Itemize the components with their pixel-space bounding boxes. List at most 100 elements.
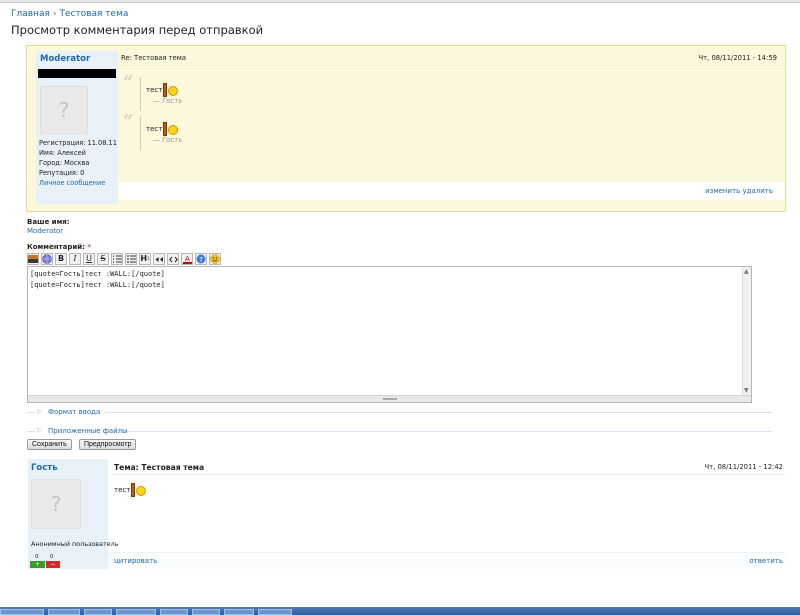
post-actions: изменить удалить	[705, 187, 773, 195]
taskbar-item[interactable]	[224, 609, 254, 615]
vote-up-button[interactable]: +	[30, 561, 45, 568]
comment-author-column: Гость ? Анонимный пользователь 0 0 + −	[28, 459, 118, 569]
underline-button[interactable]: U	[83, 253, 95, 265]
user-name: Имя: Алексей	[39, 149, 86, 157]
comment-text[interactable]: [quote=Гость]тест :WALL:[/quote] [quote=…	[30, 269, 738, 291]
window-top-border	[0, 0, 800, 3]
collapse-triangle-icon: ▷	[37, 408, 42, 415]
os-taskbar	[0, 607, 800, 615]
quote-body: тест	[146, 125, 163, 133]
name-value: Moderator	[27, 227, 64, 235]
help-icon[interactable]: ?	[195, 253, 207, 265]
required-mark: *	[87, 243, 92, 251]
taskbar-item[interactable]	[192, 609, 220, 615]
taskbar-item[interactable]	[160, 609, 188, 615]
post-footer: изменить удалить	[119, 182, 785, 200]
post-header-divider	[119, 65, 785, 66]
comment-date: Чт, 08/11/2011 - 12:42	[704, 463, 783, 471]
comment-textarea[interactable]: [quote=Гость]тест :WALL:[/quote] [quote=…	[27, 266, 752, 403]
user-reputation: Репутация: 0	[39, 169, 85, 177]
breadcrumb-topic-link[interactable]: Тестовая тема	[59, 9, 128, 19]
breadcrumb-separator: ›	[52, 9, 57, 19]
comment-body: тест	[114, 483, 147, 497]
editor-toolbar: B I U S H1 A ?	[27, 253, 223, 265]
vote-down-button[interactable]: −	[46, 561, 60, 568]
vote-widget: 0 0 + −	[30, 554, 60, 568]
quote-block: “ тест — Гость	[123, 74, 223, 114]
svg-text:?: ?	[199, 256, 203, 264]
text-color-icon[interactable]: A	[181, 253, 193, 265]
taskbar-item[interactable]	[116, 609, 156, 615]
comment-post: Гость ? Анонимный пользователь 0 0 + − Т…	[28, 459, 785, 569]
comment-footer: цитировать ответить	[108, 552, 785, 569]
delete-link[interactable]: удалить	[743, 187, 774, 195]
comment-label-text: Комментарий:	[27, 243, 85, 251]
avatar: ?	[31, 479, 81, 529]
quote-bar	[140, 77, 141, 111]
quote-mark-icon: “	[123, 72, 134, 93]
edit-link[interactable]: изменить	[705, 187, 740, 195]
wall-smiley-icon	[131, 483, 147, 497]
private-message-link[interactable]: Личное сообщение	[39, 179, 105, 187]
user-city: Город: Москва	[39, 159, 90, 167]
preview-button[interactable]: Предпросмотр	[79, 439, 137, 450]
taskbar-item[interactable]	[48, 609, 80, 615]
quote-author: — Гость	[153, 97, 183, 105]
heading-button[interactable]: H1	[139, 253, 151, 265]
insert-link-globe-icon[interactable]	[41, 253, 53, 265]
scroll-up-icon[interactable]: ▲	[744, 268, 749, 275]
attachments-fieldset[interactable]: ▷ Приложенные файлы	[27, 426, 772, 436]
quote-mark-icon: “	[123, 111, 134, 132]
heading-label: H	[140, 254, 148, 263]
taskbar-item[interactable]	[0, 609, 44, 615]
code-icon[interactable]	[167, 253, 179, 265]
avatar: ?	[40, 86, 88, 134]
textarea-scrollbar[interactable]: ▲ ▼	[742, 267, 751, 395]
wall-smiley-icon	[163, 83, 179, 97]
quote-bar	[140, 116, 141, 150]
bold-button[interactable]: B	[55, 253, 67, 265]
svg-text:A: A	[185, 255, 190, 263]
preview-author-name[interactable]: Moderator	[40, 54, 90, 64]
insert-image-icon[interactable]	[27, 253, 39, 265]
quote-author: — Гость	[153, 136, 183, 144]
comment-title: Тема: Тестовая тема	[114, 463, 205, 472]
quote-body: тест	[146, 86, 163, 94]
comment-body-text: тест	[114, 486, 131, 494]
textarea-resize-handle[interactable]	[28, 395, 751, 402]
quote-block: “ тест — Гость	[123, 113, 223, 153]
anonymous-user-label: Анонимный пользователь	[31, 540, 119, 548]
user-info: Регистрация: 11.08.11 Имя: Алексей Город…	[39, 138, 117, 188]
taskbar-item[interactable]	[258, 609, 292, 615]
registration-date: Регистрация: 11.08.11	[39, 139, 117, 147]
comment-label: Комментарий: *	[27, 243, 91, 251]
strikethrough-button[interactable]: S	[97, 253, 109, 265]
breadcrumb-home-link[interactable]: Главная	[11, 9, 50, 19]
input-format-label[interactable]: Формат ввода	[48, 408, 100, 416]
quote-text: тест	[146, 83, 179, 97]
redacted-bar	[38, 69, 116, 78]
taskbar-item[interactable]	[84, 609, 112, 615]
quote-icon[interactable]	[153, 253, 165, 265]
attachments-label[interactable]: Приложенные файлы	[48, 427, 128, 435]
votes-down-count: 0	[50, 554, 54, 560]
comment-author-name[interactable]: Гость	[31, 463, 58, 473]
collapse-triangle-icon: ▷	[37, 427, 42, 434]
name-label: Ваше имя:	[27, 218, 70, 226]
input-format-fieldset[interactable]: ▷ Формат ввода	[27, 407, 772, 417]
unordered-list-icon[interactable]	[125, 253, 137, 265]
quote-link[interactable]: цитировать	[114, 557, 157, 565]
scroll-down-icon[interactable]: ▼	[744, 387, 749, 394]
italic-button[interactable]: I	[69, 253, 81, 265]
smiley-icon[interactable]	[209, 253, 221, 265]
reply-link[interactable]: ответить	[749, 557, 783, 565]
post-date: Чт, 08/11/2011 - 14:59	[698, 54, 777, 62]
preview-author-column: Moderator ? Регистрация: 11.08.11 Имя: А…	[36, 51, 118, 204]
comment-divider	[112, 474, 785, 475]
ordered-list-icon[interactable]	[111, 253, 123, 265]
quote-text: тест	[146, 122, 179, 136]
wall-smiley-icon	[163, 122, 179, 136]
save-button[interactable]: Сохранить	[27, 439, 72, 450]
post-subject: Re: Тестовая тема	[121, 54, 187, 62]
preview-post: Moderator ? Регистрация: 11.08.11 Имя: А…	[26, 45, 786, 212]
